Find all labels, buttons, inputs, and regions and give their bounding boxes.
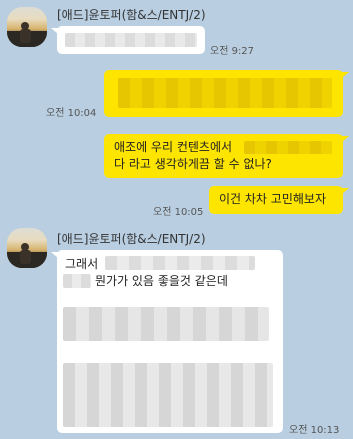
message-bubble-incoming[interactable]: 그래서 뭔가가 있음 좋을것 같은데 — [57, 250, 283, 433]
redacted-text — [105, 256, 255, 270]
sender-avatar[interactable] — [7, 228, 47, 268]
redacted-text — [244, 141, 332, 154]
message-bubble-outgoing[interactable]: 이건 차차 고민해보자 — [209, 186, 343, 214]
message-line: 그래서 — [65, 257, 99, 271]
bubble-tail — [342, 136, 349, 142]
message-time: 오전 9:27 — [210, 46, 255, 57]
redacted-text — [63, 363, 273, 427]
message-time: 오전 10:13 — [289, 425, 340, 436]
bubble-tail — [342, 72, 349, 78]
message-time: 오전 10:04 — [46, 108, 97, 119]
message-line: 뭔가가 있음 좋을것 같은데 — [95, 274, 228, 288]
bubble-tail — [51, 252, 58, 258]
message-line: 다 라고 생각하게끔 할 수 없나? — [114, 157, 272, 171]
bubble-tail — [51, 28, 58, 34]
sender-name: [애드]윤토퍼(함&스/ENTJ/2) — [57, 232, 206, 246]
sender-name: [애드]윤토퍼(함&스/ENTJ/2) — [57, 8, 206, 22]
message-bubble-incoming[interactable] — [57, 26, 205, 54]
message-time: 오전 10:05 — [153, 207, 204, 218]
avatar-photo-icon — [7, 22, 47, 47]
message-bubble-outgoing[interactable] — [104, 70, 343, 117]
bubble-tail — [342, 188, 349, 194]
avatar-photo-icon — [7, 243, 47, 268]
message-bubble-outgoing[interactable]: 애조에 우리 컨텐츠에서 다 라고 생각하게끔 할 수 없나? — [104, 134, 343, 178]
message-text: 이건 차차 고민해보자 — [219, 192, 326, 206]
redacted-text — [63, 274, 91, 288]
sender-avatar[interactable] — [7, 7, 47, 47]
redacted-text — [65, 33, 197, 47]
redacted-text — [63, 307, 269, 341]
message-line: 애조에 우리 컨텐츠에서 — [114, 140, 233, 154]
redacted-text — [118, 78, 332, 108]
